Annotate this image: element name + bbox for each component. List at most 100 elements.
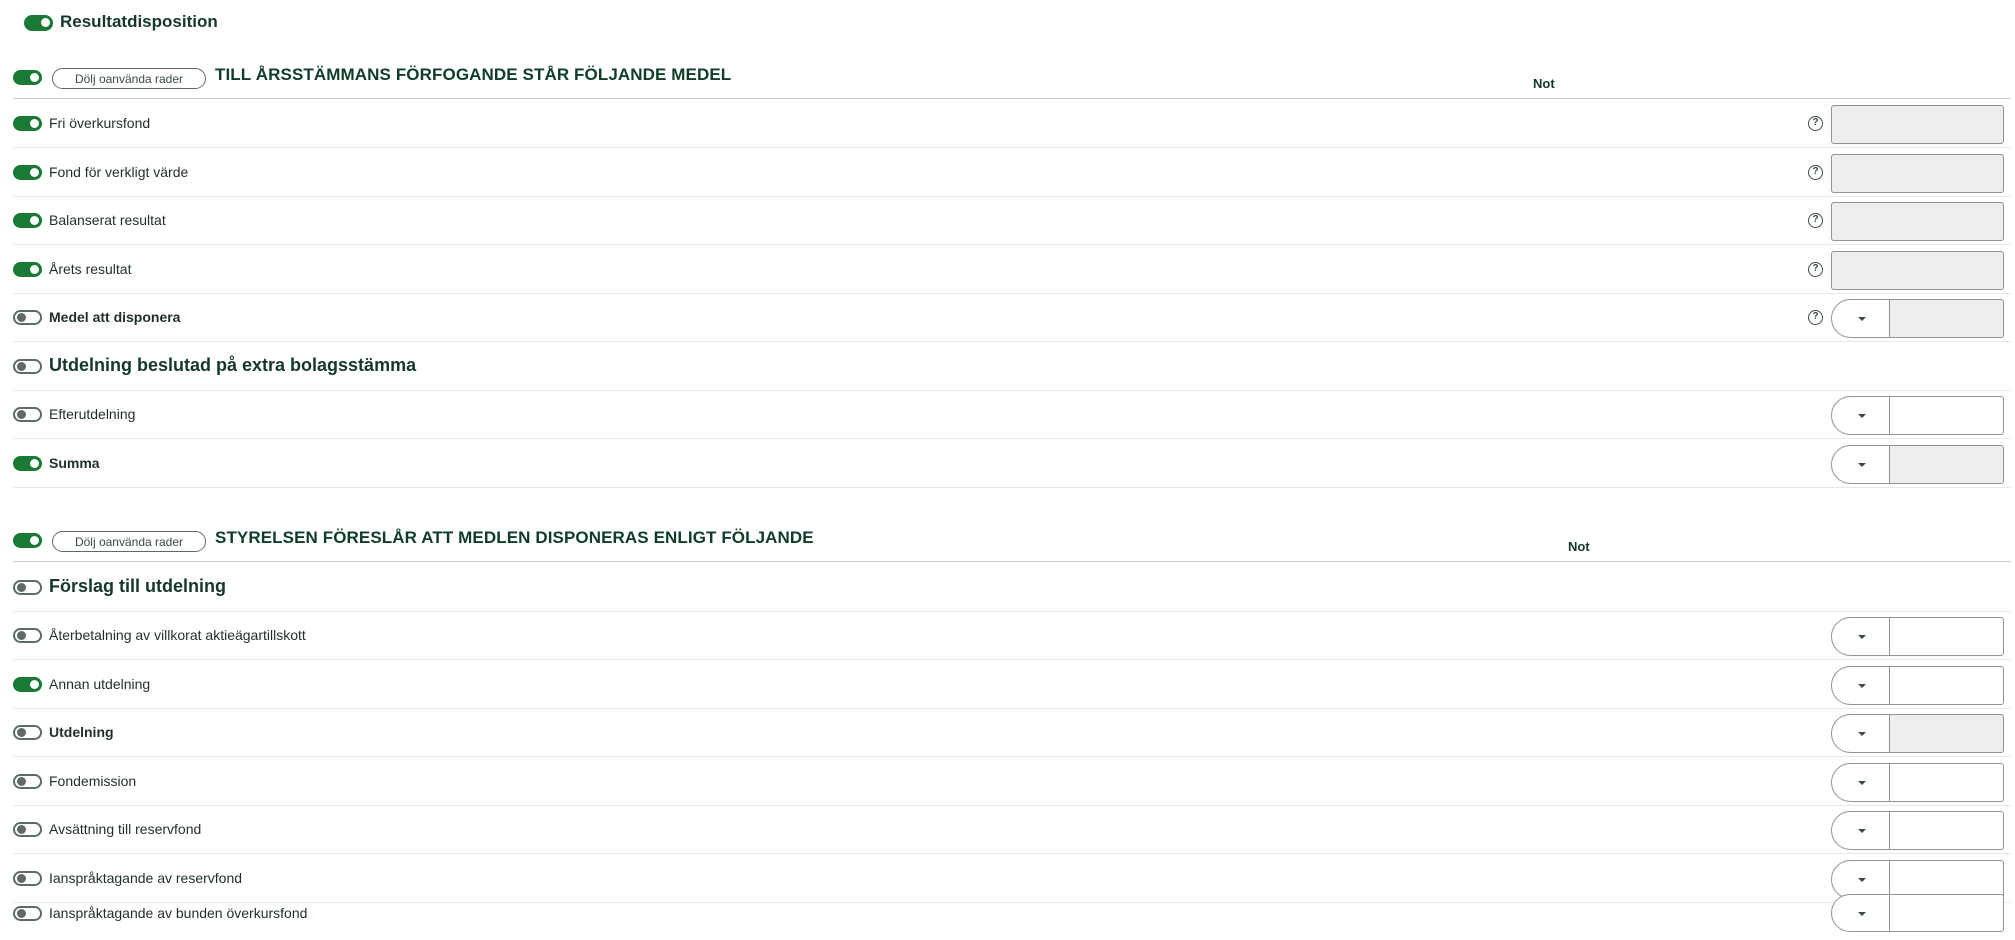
row-toggle[interactable] xyxy=(13,774,42,789)
row-balanserat-resultat: Balanserat resultat ? xyxy=(0,197,2015,245)
amount-field[interactable] xyxy=(1889,763,2004,802)
help-icon[interactable]: ? xyxy=(1808,262,1823,277)
amount-field[interactable] xyxy=(1889,445,2004,484)
row-divider xyxy=(13,438,2011,439)
row-divider xyxy=(13,487,2011,488)
row-label: Medel att disponera xyxy=(49,309,181,325)
sign-dropdown[interactable] xyxy=(1831,666,1890,705)
row-summa: Summa xyxy=(0,440,2015,488)
row-toggle[interactable] xyxy=(13,725,42,740)
help-icon[interactable]: ? xyxy=(1808,165,1823,180)
amount-field[interactable] xyxy=(1831,202,2004,241)
row-utdelning-extra-bolagsstamma: Utdelning beslutad på extra bolagsstämma xyxy=(0,343,2015,391)
row-fond-for-verkligt-varde: Fond för verkligt värde ? xyxy=(0,149,2015,197)
row-efterutdelning: Efterutdelning xyxy=(0,391,2015,439)
row-label: Ianspråktagande av reservfond xyxy=(49,870,243,886)
amount-combo xyxy=(1831,617,2004,656)
sign-dropdown[interactable] xyxy=(1831,445,1890,484)
row-label: Utdelning xyxy=(49,724,114,740)
row-divider xyxy=(13,147,2011,148)
amount-combo xyxy=(1831,763,2004,802)
row-avsattning-reservfond: Avsättning till reservfond xyxy=(0,806,2015,854)
amount-field[interactable] xyxy=(1889,299,2004,338)
row-divider xyxy=(13,341,2011,342)
sign-dropdown[interactable] xyxy=(1831,299,1890,338)
amount-combo xyxy=(1831,396,2004,435)
help-icon[interactable]: ? xyxy=(1808,310,1823,325)
help-icon[interactable]: ? xyxy=(1808,213,1823,228)
page-title: Resultatdisposition xyxy=(60,12,218,31)
row-toggle[interactable] xyxy=(13,165,42,180)
row-toggle[interactable] xyxy=(13,677,42,692)
row-toggle[interactable] xyxy=(13,871,42,886)
section1-title: TILL ÅRSSTÄMMANS FÖRFOGANDE STÅR FÖLJAND… xyxy=(215,65,732,84)
resultatdisposition-toggle[interactable] xyxy=(24,15,53,31)
amount-field[interactable] xyxy=(1831,105,2004,144)
help-icon[interactable]: ? xyxy=(1808,116,1823,131)
row-toggle[interactable] xyxy=(13,262,42,277)
row-label: Förslag till utdelning xyxy=(49,576,226,596)
sign-dropdown[interactable] xyxy=(1831,894,1890,932)
row-label: Utdelning beslutad på extra bolagsstämma xyxy=(49,355,417,375)
amount-combo xyxy=(1831,666,2004,705)
row-label: Avsättning till reservfond xyxy=(49,821,202,837)
sign-dropdown[interactable] xyxy=(1831,714,1890,753)
row-divider xyxy=(13,244,2011,245)
row-toggle[interactable] xyxy=(13,580,42,595)
amount-field[interactable] xyxy=(1889,396,2004,435)
amount-field[interactable] xyxy=(1889,714,2004,753)
amount-field[interactable] xyxy=(1889,666,2004,705)
section2-title: STYRELSEN FÖRESLÅR ATT MEDLEN DISPONERAS… xyxy=(215,528,814,547)
row-toggle[interactable] xyxy=(13,456,42,471)
row-fondemission: Fondemission xyxy=(0,758,2015,806)
row-label: Återbetalning av villkorat aktieägartill… xyxy=(49,627,306,643)
sign-dropdown[interactable] xyxy=(1831,763,1890,802)
row-aterbetalning-aktieagartillskott: Återbetalning av villkorat aktieägartill… xyxy=(0,612,2015,660)
row-divider xyxy=(13,756,2011,757)
amount-field[interactable] xyxy=(1889,894,2004,932)
row-label: Balanserat resultat xyxy=(49,212,166,228)
section2-header-divider xyxy=(13,561,2011,562)
row-toggle[interactable] xyxy=(13,822,42,837)
row-toggle[interactable] xyxy=(13,906,42,921)
row-label: Summa xyxy=(49,455,100,471)
amount-combo xyxy=(1831,299,2004,338)
row-toggle[interactable] xyxy=(13,628,42,643)
section1-header-divider xyxy=(13,98,2011,99)
row-label: Fondemission xyxy=(49,773,137,789)
row-label: Ianspråktagande av bunden överkursfond xyxy=(49,905,308,921)
section1-hide-unused-button[interactable]: Dölj oanvända rader xyxy=(52,68,206,89)
section2-toggle[interactable] xyxy=(13,533,42,548)
amount-combo xyxy=(1831,894,2004,932)
row-toggle[interactable] xyxy=(13,116,42,131)
row-toggle[interactable] xyxy=(13,213,42,228)
amount-field[interactable] xyxy=(1831,251,2004,290)
row-utdelning: Utdelning xyxy=(0,709,2015,757)
amount-field[interactable] xyxy=(1831,154,2004,193)
row-divider xyxy=(13,853,2011,854)
section1-toggle[interactable] xyxy=(13,70,42,85)
row-label: Fri överkursfond xyxy=(49,115,151,131)
row-label: Fond för verkligt värde xyxy=(49,164,189,180)
section1-not-column-header: Not xyxy=(1533,76,1555,91)
amount-combo xyxy=(1831,811,2004,850)
amount-field[interactable] xyxy=(1889,617,2004,656)
row-divider xyxy=(13,659,2011,660)
amount-combo xyxy=(1831,714,2004,753)
amount-field[interactable] xyxy=(1889,811,2004,850)
row-toggle[interactable] xyxy=(13,359,42,374)
sign-dropdown[interactable] xyxy=(1831,396,1890,435)
row-toggle[interactable] xyxy=(13,407,42,422)
row-label: Efterutdelning xyxy=(49,406,136,422)
sign-dropdown[interactable] xyxy=(1831,617,1890,656)
row-medel-att-disponera: Medel att disponera ? xyxy=(0,294,2015,342)
row-annan-utdelning: Annan utdelning xyxy=(0,661,2015,709)
row-toggle[interactable] xyxy=(13,310,42,325)
row-ianspraktagande-bunden-overkursfond: Ianspråktagande av bunden överkursfond xyxy=(0,890,2015,938)
section2-hide-unused-button[interactable]: Dölj oanvända rader xyxy=(52,531,206,552)
row-label: Årets resultat xyxy=(49,261,132,277)
amount-combo xyxy=(1831,445,2004,484)
sign-dropdown[interactable] xyxy=(1831,811,1890,850)
row-fri-overkursfond: Fri överkursfond ? xyxy=(0,100,2015,148)
app-root: Resultatdisposition Dölj oanvända rader … xyxy=(0,0,2015,940)
